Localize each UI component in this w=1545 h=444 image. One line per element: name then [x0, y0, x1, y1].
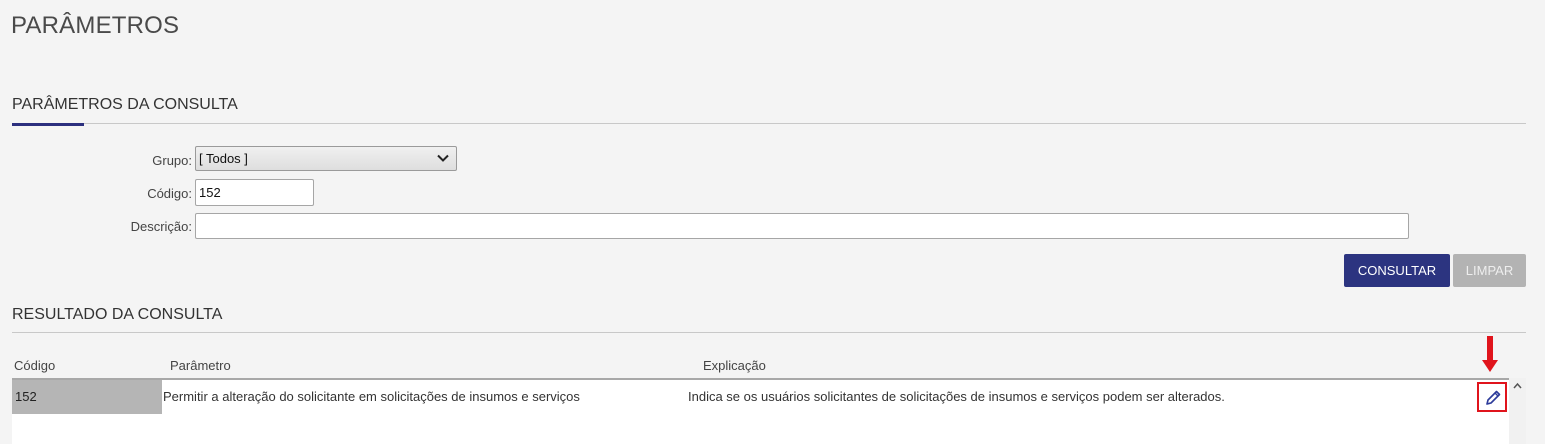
edit-button[interactable]	[1477, 382, 1507, 412]
query-section-title: PARÂMETROS DA CONSULTA	[12, 96, 238, 113]
query-section-accent	[12, 123, 84, 126]
grupo-select-value: [ Todos ]	[199, 151, 248, 166]
chevron-down-icon	[437, 154, 449, 162]
column-header-explicacao[interactable]: Explicação	[703, 358, 766, 373]
column-header-codigo[interactable]: Código	[14, 358, 55, 373]
consultar-button[interactable]: CONSULTAR	[1344, 254, 1450, 287]
grupo-label: Grupo:	[152, 153, 192, 168]
result-section-divider	[12, 332, 1526, 333]
grupo-select[interactable]: [ Todos ]	[195, 146, 457, 171]
results-scrollbar[interactable]	[1509, 378, 1526, 444]
row-parametro-cell: Permitir a alteração do solicitante em s…	[163, 389, 580, 404]
arrow-down-icon	[1482, 336, 1498, 372]
pencil-icon	[1486, 390, 1501, 405]
column-header-parametro[interactable]: Parâmetro	[170, 358, 231, 373]
result-section-title: RESULTADO DA CONSULTA	[12, 306, 223, 323]
codigo-input[interactable]	[195, 179, 314, 206]
scroll-up-icon[interactable]	[1513, 382, 1522, 389]
query-section-divider	[12, 123, 1526, 124]
descricao-label: Descrição:	[130, 219, 192, 234]
codigo-label: Código:	[147, 186, 192, 201]
row-explicacao-cell: Indica se os usuários solicitantes de so…	[688, 389, 1225, 404]
row-codigo-cell: 152	[12, 380, 162, 414]
descricao-input[interactable]	[195, 213, 1409, 239]
limpar-button[interactable]: LIMPAR	[1453, 254, 1526, 287]
page-title: PARÂMETROS	[11, 12, 180, 39]
